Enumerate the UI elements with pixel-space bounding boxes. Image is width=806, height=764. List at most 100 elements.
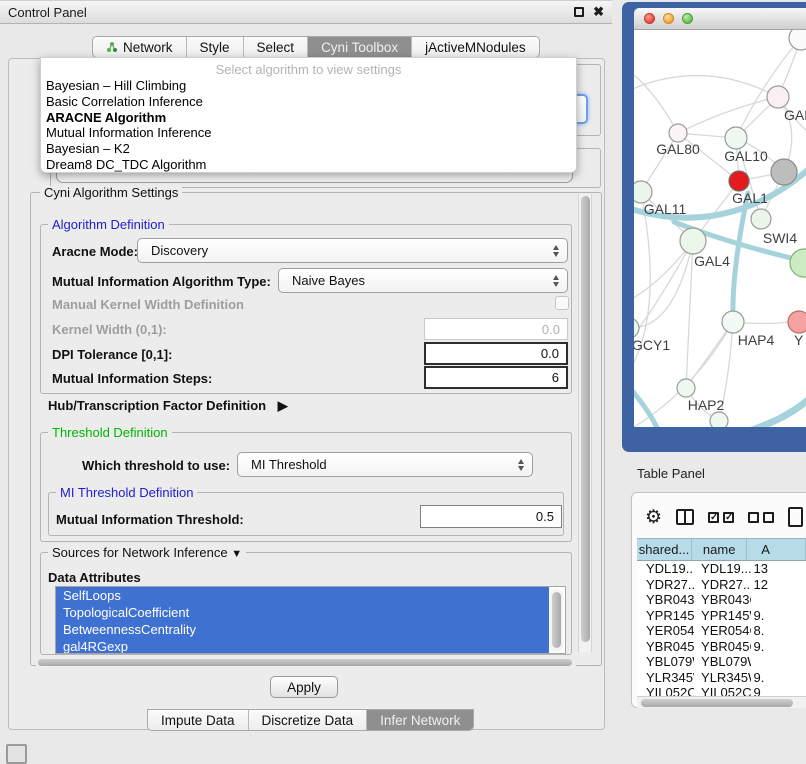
network-node[interactable] <box>677 379 695 397</box>
scrollbar-thumb[interactable] <box>38 659 572 666</box>
table-cell[interactable]: YBR045C <box>694 639 751 654</box>
network-node[interactable] <box>788 311 806 333</box>
table-row[interactable]: YLR345WYLR345W9. <box>637 670 806 686</box>
attribute-item-selected[interactable]: gal4RGexp <box>56 638 549 654</box>
table-cell[interactable]: YBR043C <box>694 592 751 607</box>
scrollbar-thumb[interactable] <box>552 592 561 648</box>
aracne-mode-combobox[interactable]: Discovery <box>137 238 568 263</box>
network-node[interactable] <box>680 228 706 254</box>
column-header[interactable]: A <box>747 539 806 560</box>
settings-horizontal-scrollbar[interactable] <box>36 657 576 668</box>
algorithm-option[interactable]: Bayesian – Hill Climbing <box>41 78 576 94</box>
table-cell[interactable]: 9 <box>751 685 806 696</box>
float-panel-icon[interactable] <box>574 7 584 17</box>
minimize-traffic-light[interactable] <box>663 13 674 24</box>
network-window-titlebar[interactable] <box>634 8 806 30</box>
network-node[interactable] <box>767 86 789 108</box>
scrollbar-thumb[interactable] <box>581 196 590 642</box>
algorithm-option[interactable]: Mutual Information Inference <box>41 125 576 141</box>
network-node[interactable] <box>789 30 806 50</box>
close-icon[interactable]: ✖ <box>593 7 604 17</box>
table-cell[interactable]: YDL19... <box>637 561 694 576</box>
select-all-icon[interactable]: ✓✓ <box>708 512 734 523</box>
algorithm-option[interactable]: Dream8 DC_TDC Algorithm <box>41 157 576 173</box>
table-cell[interactable]: YDR27... <box>637 577 694 592</box>
network-node[interactable] <box>722 311 744 333</box>
table-cell[interactable]: YLR345W <box>637 670 694 685</box>
mi-type-combobox[interactable]: Naive Bayes <box>278 268 568 293</box>
network-node[interactable] <box>729 171 749 191</box>
table-cell[interactable]: 9. <box>751 608 806 623</box>
manual-kernel-checkbox[interactable] <box>555 296 569 310</box>
network-edge-highlighted[interactable] <box>722 398 806 427</box>
table-cell[interactable]: YLR345W <box>694 670 751 685</box>
attribute-item-selected[interactable]: TopologicalCoefficient <box>56 604 549 621</box>
algorithm-option[interactable]: Basic Correlation Inference <box>41 94 576 110</box>
zoom-traffic-light[interactable] <box>682 13 693 24</box>
tab-jactivemnodules[interactable]: jActiveMNodules <box>412 37 539 57</box>
network-edge[interactable] <box>634 76 778 97</box>
apply-button[interactable]: Apply <box>270 676 338 698</box>
export-table-icon[interactable] <box>788 507 803 527</box>
table-cell[interactable]: 8. <box>751 623 806 638</box>
algorithm-option[interactable]: Bayesian – K2 <box>41 141 576 157</box>
network-node[interactable] <box>790 249 806 277</box>
mi-steps-field[interactable]: 6 <box>424 366 568 389</box>
minimized-panel-icon[interactable] <box>6 744 27 764</box>
list-scrollbar[interactable] <box>550 589 563 652</box>
table-cell[interactable]: YER054C <box>694 623 751 638</box>
kernel-width-field[interactable]: 0.0 <box>424 318 568 340</box>
attribute-item-selected[interactable]: SelfLoops <box>56 587 549 604</box>
tab-network[interactable]: Network <box>93 37 187 57</box>
table-cell[interactable]: YDR27... <box>694 577 751 592</box>
deselect-all-icon[interactable] <box>748 512 774 523</box>
table-row[interactable]: YER054CYER054C8. <box>637 623 806 639</box>
table-cell[interactable]: YPR145W <box>637 608 694 623</box>
table-cell[interactable]: YER054C <box>637 623 694 638</box>
tab-style[interactable]: Style <box>187 37 244 57</box>
network-node[interactable] <box>710 412 728 427</box>
network-canvas[interactable]: GAL7GAL80GAL10GAL1GAL11SWI4GAL4HAP4YGCY1… <box>634 30 806 427</box>
table-row[interactable]: YPR145WYPR145W9. <box>637 608 806 624</box>
table-row[interactable]: YBL079WYBL079W <box>637 654 806 670</box>
table-cell[interactable]: YBR043C <box>637 592 694 607</box>
network-node[interactable] <box>634 181 652 203</box>
gear-icon[interactable]: ⚙ <box>645 508 662 527</box>
table-row[interactable]: YDL19...YDL19...13 <box>637 561 806 577</box>
table-cell[interactable]: YBR045C <box>637 639 694 654</box>
sources-toggle[interactable]: Sources for Network Inference ▼ <box>48 546 246 561</box>
algorithm-option[interactable]: ARACNE Algorithm <box>41 110 576 126</box>
network-node[interactable] <box>771 159 797 185</box>
dpi-tolerance-field[interactable]: 0.0 <box>424 342 568 365</box>
table-row[interactable]: YBR043CYBR043C <box>637 592 806 608</box>
column-header[interactable]: shared... <box>637 539 692 560</box>
scrollbar-thumb[interactable] <box>641 699 793 707</box>
network-edge[interactable] <box>678 97 778 133</box>
network-edge[interactable] <box>634 241 693 340</box>
close-traffic-light[interactable] <box>644 13 655 24</box>
tab-select[interactable]: Select <box>244 37 309 57</box>
tab-impute-data[interactable]: Impute Data <box>148 710 249 730</box>
hub-definition-toggle[interactable]: Hub/Transcription Factor Definition ▶ <box>48 398 288 414</box>
table-cell[interactable]: YIL052C <box>637 685 694 696</box>
table-row[interactable]: YBR045CYBR045C9. <box>637 639 806 655</box>
table-cell[interactable]: YDL19... <box>694 561 751 576</box>
table-cell[interactable]: 13 <box>751 561 806 576</box>
table-row[interactable]: YIL052CYIL052C9 <box>637 685 806 696</box>
table-cell[interactable]: 9. <box>751 670 806 685</box>
network-node[interactable] <box>634 318 639 338</box>
attribute-item-selected[interactable]: BetweennessCentrality <box>56 621 549 638</box>
table-cell[interactable]: YPR145W <box>694 608 751 623</box>
mi-threshold-field[interactable]: 0.5 <box>420 505 562 528</box>
data-attributes-list[interactable]: SelfLoopsTopologicalCoefficientBetweenne… <box>55 586 566 654</box>
network-edge-highlighted[interactable] <box>634 386 658 427</box>
table-cell[interactable]: YBL079W <box>637 654 694 669</box>
column-header[interactable]: name <box>692 539 747 560</box>
table-cell[interactable]: 12 <box>751 577 806 592</box>
tab-infer-network[interactable]: Infer Network <box>367 710 473 730</box>
network-node[interactable] <box>751 209 771 229</box>
split-columns-icon[interactable] <box>676 509 694 525</box>
table-cell[interactable]: YIL052C <box>694 685 751 696</box>
table-horizontal-scrollbar[interactable] <box>637 696 806 708</box>
network-node[interactable] <box>725 127 747 149</box>
